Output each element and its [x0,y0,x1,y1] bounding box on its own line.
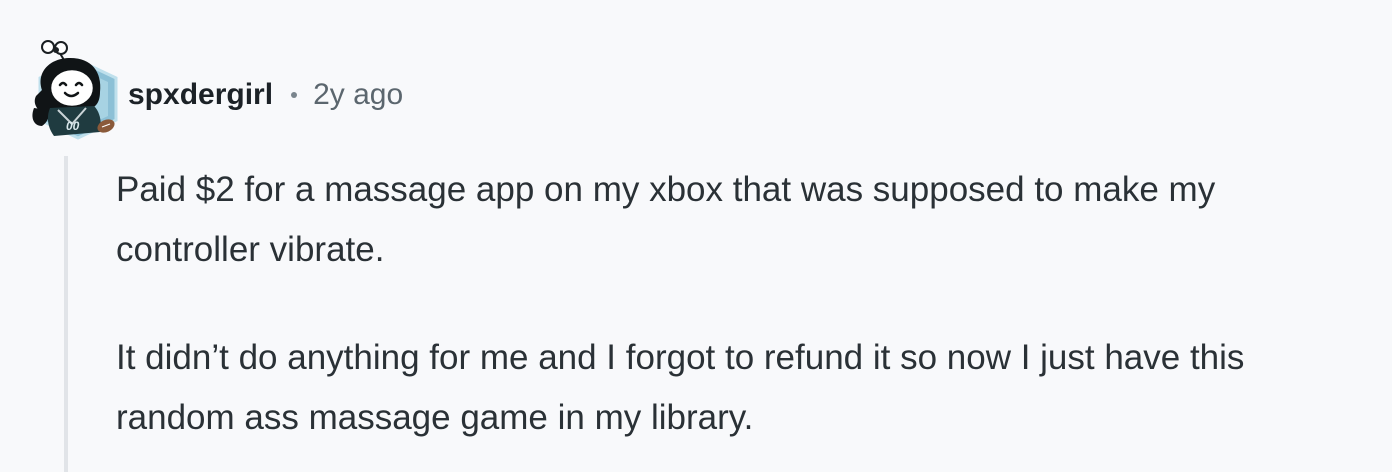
thread-collapse-line[interactable] [64,156,68,472]
snoo-avatar-icon: 00 [32,40,118,140]
comment-body: Paid $2 for a massage app on my xbox tha… [116,160,1356,448]
comment-timestamp[interactable]: 2y ago [313,78,403,112]
user-avatar[interactable]: 00 [28,38,122,142]
separator-dot [291,92,298,98]
comment-paragraph: Paid $2 for a massage app on my xbox tha… [116,170,1216,269]
comment-paragraph: It didn’t do anything for me and I forgo… [116,338,1245,437]
svg-text:00: 00 [66,119,80,133]
comment: 00 spxdergirl 2y ago Paid $2 for a massa… [0,0,1392,472]
author-username[interactable]: spxdergirl [128,78,273,112]
comment-header: spxdergirl 2y ago [128,72,403,118]
